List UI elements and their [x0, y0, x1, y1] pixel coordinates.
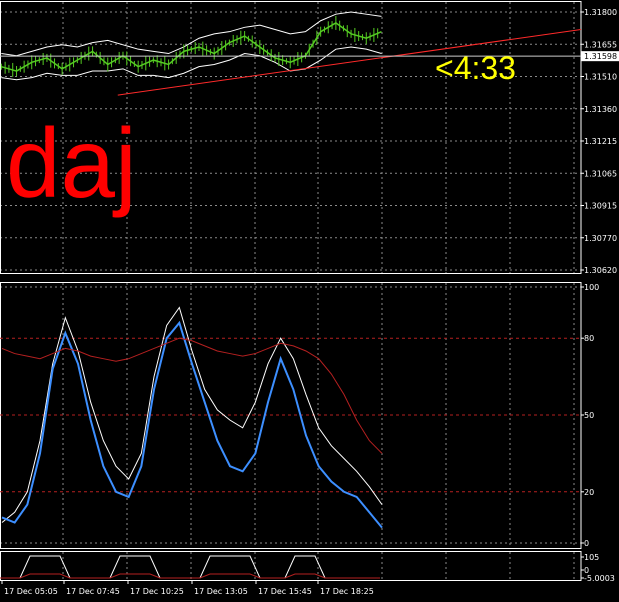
mini-tick-label: 105: [584, 553, 599, 562]
current-price-tag: 1.31598: [581, 51, 619, 62]
price-tick-label: 1.31215: [584, 137, 617, 146]
price-tick-label: 1.31655: [584, 40, 617, 49]
overlay-big-text: daj: [6, 108, 137, 218]
osc-tick-label: 80: [584, 334, 594, 343]
price-axis: 1.31800 1.31655 1.31510 1.31360 1.31215 1.310…: [581, 8, 617, 275]
price-tick-label: 1.30915: [584, 202, 617, 211]
mini-tick-label: -5.0003: [584, 574, 615, 583]
price-tick-label: 1.31800: [584, 8, 617, 17]
current-price-label: 1.31598: [584, 52, 617, 61]
time-tick-label: 17 Dec 15:45: [258, 587, 312, 596]
chart-background: [0, 0, 619, 602]
time-tick-label: 17 Dec 05:05: [4, 587, 58, 596]
time-tick-label: 17 Dec 10:25: [130, 587, 184, 596]
price-tick-label: 1.31360: [584, 105, 617, 114]
time-tick-label: 17 Dec 13:05: [194, 587, 248, 596]
osc-tick-label: 20: [584, 488, 594, 497]
price-tick-label: 1.30770: [584, 234, 617, 243]
price-tick-label: 1.30620: [584, 266, 617, 275]
time-tick-label: 17 Dec 18:25: [320, 587, 374, 596]
osc-tick-label: 50: [584, 411, 594, 420]
time-tick-label: 17 Dec 07:45: [66, 587, 120, 596]
trading-chart[interactable]: 1.31800 1.31655 1.31510 1.31360 1.31215 1.310…: [0, 0, 619, 602]
osc-tick-label: 0: [584, 539, 589, 548]
osc-tick-label: 100: [584, 283, 599, 292]
candle-timer: <4:33: [435, 50, 516, 86]
price-tick-label: 1.31065: [584, 169, 617, 178]
price-tick-label: 1.31510: [584, 73, 617, 82]
